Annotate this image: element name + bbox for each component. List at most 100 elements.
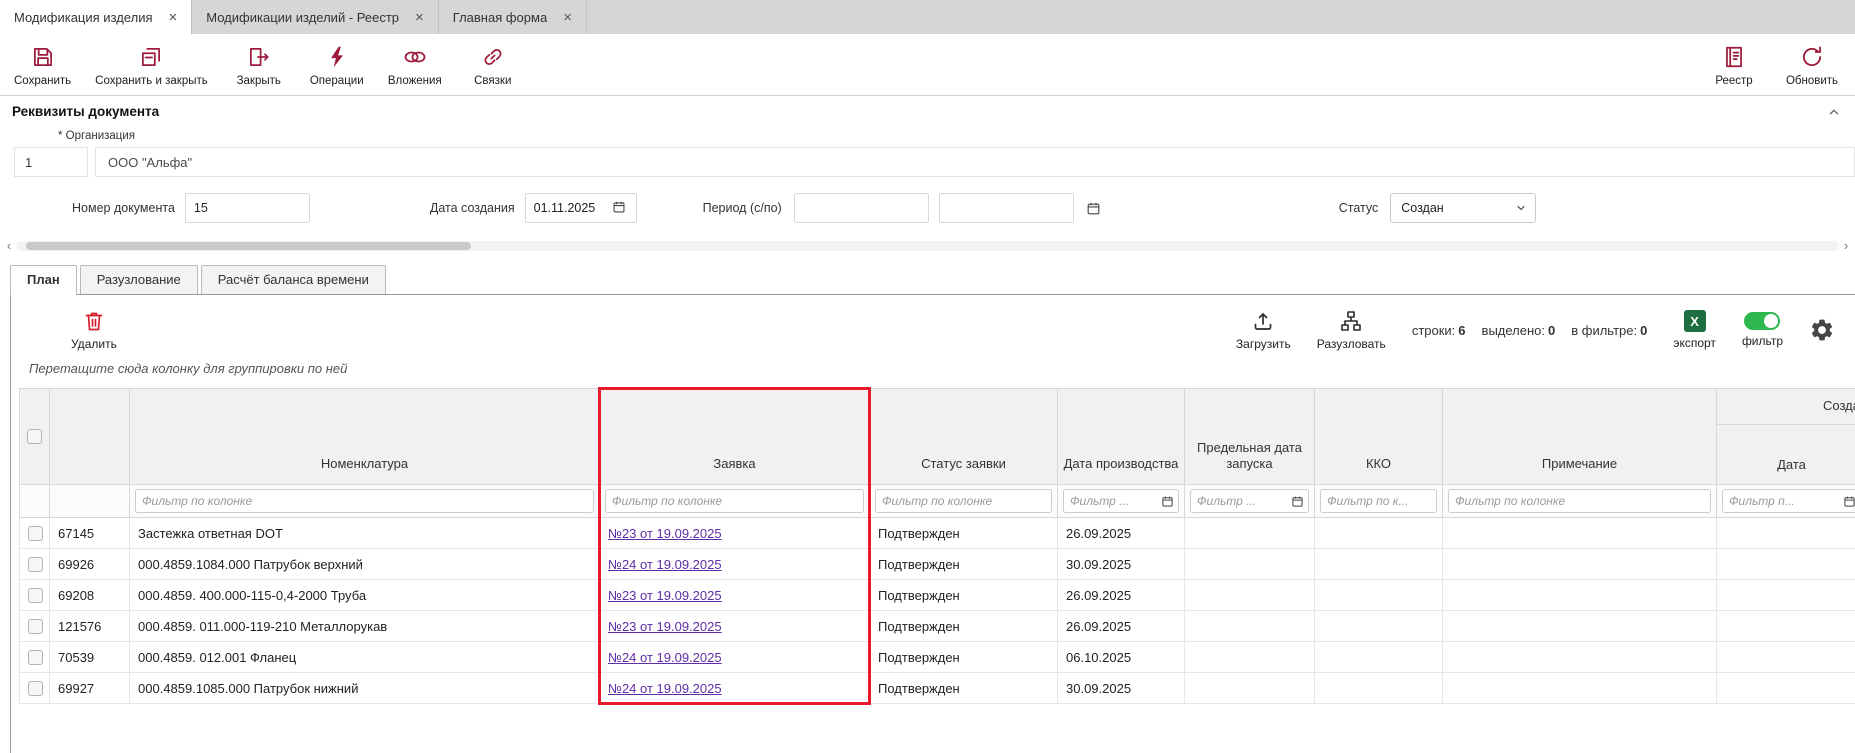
unbundle-button[interactable]: Разузловать bbox=[1317, 309, 1386, 351]
cell-note bbox=[1443, 611, 1717, 642]
request-link[interactable]: №24 от 19.09.2025 bbox=[608, 681, 722, 696]
window-tab-registry[interactable]: Модификации изделий - Реестр × bbox=[192, 0, 439, 34]
cell-kko bbox=[1315, 549, 1443, 580]
request-link[interactable]: №24 от 19.09.2025 bbox=[608, 650, 722, 665]
table-row[interactable]: 69927 000.4859.1085.000 Патрубок нижний … bbox=[20, 673, 1855, 704]
close-tab-icon[interactable]: × bbox=[563, 10, 572, 25]
filter-input-note[interactable] bbox=[1448, 489, 1711, 513]
request-link[interactable]: №23 от 19.09.2025 bbox=[608, 526, 722, 541]
scroll-right-icon[interactable]: › bbox=[1839, 239, 1853, 253]
window-tab-modification[interactable]: Модификация изделия × bbox=[0, 0, 192, 34]
rows-counter: строки:6 bbox=[1412, 323, 1466, 338]
doc-number-label: Номер документа bbox=[72, 201, 175, 215]
column-header-kko[interactable]: ККО bbox=[1315, 389, 1443, 485]
request-link[interactable]: №24 от 19.09.2025 bbox=[608, 557, 722, 572]
save-button[interactable]: Сохранить bbox=[14, 43, 71, 87]
attachments-label: Вложения bbox=[388, 75, 442, 87]
request-link[interactable]: №23 от 19.09.2025 bbox=[608, 619, 722, 634]
close-tab-icon[interactable]: × bbox=[169, 10, 178, 25]
settings-button[interactable] bbox=[1809, 317, 1835, 343]
tab-unbundling[interactable]: Разузлование bbox=[80, 265, 198, 294]
toggle-on-icon[interactable] bbox=[1744, 312, 1780, 330]
table-row[interactable]: 69208 000.4859. 400.000-115-0,4-2000 Тру… bbox=[20, 580, 1855, 611]
cell-note bbox=[1443, 549, 1717, 580]
export-label: экспорт bbox=[1673, 336, 1716, 350]
column-group-created[interactable]: Созда bbox=[1717, 389, 1855, 425]
column-header-id[interactable] bbox=[50, 389, 130, 485]
document-form: * Организация Номер документа Дата созда… bbox=[0, 123, 1855, 223]
date-created-field[interactable] bbox=[525, 193, 637, 223]
links-button[interactable]: Связки bbox=[466, 43, 520, 87]
page-title: Реквизиты документа bbox=[12, 104, 159, 119]
column-header-request-status[interactable]: Статус заявки bbox=[870, 389, 1058, 485]
table-row[interactable]: 70539 000.4859. 012.001 Фланец №24 от 19… bbox=[20, 642, 1855, 673]
table-row[interactable]: 69926 000.4859.1084.000 Патрубок верхний… bbox=[20, 549, 1855, 580]
status-select[interactable]: Создан bbox=[1390, 193, 1536, 223]
cell-request: №23 от 19.09.2025 bbox=[600, 611, 870, 642]
close-tab-icon[interactable]: × bbox=[415, 10, 424, 25]
operations-button[interactable]: Операции bbox=[310, 43, 364, 87]
operations-label: Операции bbox=[310, 75, 364, 87]
cell-request: №24 от 19.09.2025 bbox=[600, 642, 870, 673]
filter-toggle[interactable]: фильтр bbox=[1742, 312, 1783, 348]
delete-label: Удалить bbox=[71, 337, 117, 351]
organization-name-field[interactable] bbox=[95, 147, 1855, 177]
scrollbar-track[interactable] bbox=[16, 241, 1839, 251]
organization-code-field[interactable] bbox=[14, 147, 88, 177]
column-header-note[interactable]: Примечание bbox=[1443, 389, 1717, 485]
filter-input-nomenclature[interactable] bbox=[135, 489, 594, 513]
period-to-field[interactable] bbox=[939, 193, 1074, 223]
row-checkbox[interactable] bbox=[28, 588, 43, 603]
period-from-field[interactable] bbox=[794, 193, 929, 223]
column-header-nomenclature[interactable]: Номенклатура bbox=[130, 389, 600, 485]
row-checkbox[interactable] bbox=[28, 526, 43, 541]
collapse-section-icon[interactable] bbox=[1827, 105, 1841, 119]
tab-plan[interactable]: План bbox=[10, 265, 77, 295]
save-close-button[interactable]: Сохранить и закрыть bbox=[95, 43, 208, 87]
refresh-button[interactable]: Обновить bbox=[1785, 43, 1839, 87]
column-header-request[interactable]: Заявка bbox=[600, 389, 870, 485]
save-close-icon bbox=[138, 43, 164, 71]
column-header-created-date[interactable]: Дата bbox=[1717, 425, 1855, 485]
cell-production-date: 30.09.2025 bbox=[1058, 673, 1185, 704]
row-checkbox[interactable] bbox=[28, 681, 43, 696]
tab-time-balance[interactable]: Расчёт баланса времени bbox=[201, 265, 386, 294]
app-window: Модификация изделия × Модификации издели… bbox=[0, 0, 1855, 753]
column-header-deadline[interactable]: Предельная дата запуска bbox=[1185, 389, 1315, 485]
row-checkbox[interactable] bbox=[28, 557, 43, 572]
table-row[interactable]: 121576 000.4859. 011.000-119-210 Металло… bbox=[20, 611, 1855, 642]
filter-input-kko[interactable] bbox=[1320, 489, 1437, 513]
column-header-production-date[interactable]: Дата производства bbox=[1058, 389, 1185, 485]
request-link[interactable]: №23 от 19.09.2025 bbox=[608, 588, 722, 603]
export-button[interactable]: X экспорт bbox=[1673, 310, 1716, 350]
calendar-icon[interactable] bbox=[1291, 495, 1304, 508]
registry-button[interactable]: Реестр bbox=[1707, 43, 1761, 87]
filter-input-created-date[interactable] bbox=[1722, 489, 1855, 513]
calendar-icon[interactable] bbox=[1843, 495, 1855, 508]
scrollbar-thumb[interactable] bbox=[26, 242, 471, 250]
delete-button[interactable]: Удалить bbox=[71, 309, 117, 351]
filter-label: фильтр bbox=[1742, 334, 1783, 348]
select-all-checkbox[interactable] bbox=[27, 429, 42, 444]
document-section-header: Реквизиты документа bbox=[0, 95, 1855, 123]
row-checkbox[interactable] bbox=[28, 650, 43, 665]
doc-number-field[interactable] bbox=[185, 193, 310, 223]
data-grid: Номенклатура Заявка Статус заявки Дата п… bbox=[19, 388, 1855, 704]
horizontal-scrollbar[interactable]: ‹ › bbox=[2, 239, 1853, 253]
scroll-left-icon[interactable]: ‹ bbox=[2, 239, 16, 253]
date-created-input[interactable] bbox=[534, 201, 612, 215]
period-calendar-icon[interactable] bbox=[1086, 201, 1101, 216]
close-button[interactable]: Закрыть bbox=[232, 43, 286, 87]
attachments-button[interactable]: Вложения bbox=[388, 43, 442, 87]
calendar-icon[interactable] bbox=[612, 200, 626, 217]
attachment-icon bbox=[401, 43, 429, 71]
filter-input-request[interactable] bbox=[605, 489, 864, 513]
cell-production-date: 26.09.2025 bbox=[1058, 580, 1185, 611]
row-checkbox[interactable] bbox=[28, 619, 43, 634]
filter-input-request-status[interactable] bbox=[875, 489, 1052, 513]
view-tabbar: План Разузлование Расчёт баланса времени bbox=[10, 265, 1855, 294]
table-row[interactable]: 67145 Застежка ответная DOT №23 от 19.09… bbox=[20, 518, 1855, 549]
load-button[interactable]: Загрузить bbox=[1236, 309, 1291, 351]
window-tab-mainform[interactable]: Главная форма × bbox=[439, 0, 587, 34]
calendar-icon[interactable] bbox=[1161, 495, 1174, 508]
